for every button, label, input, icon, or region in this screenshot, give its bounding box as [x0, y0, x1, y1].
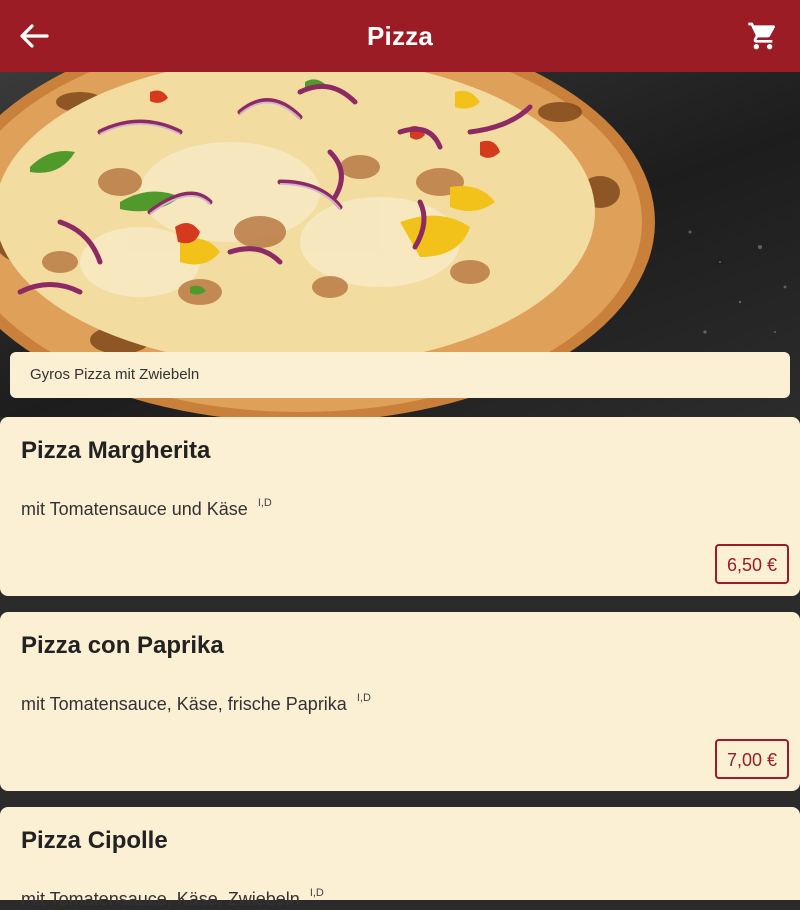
menu-item-description-text: mit Tomatensauce und Käse: [21, 499, 248, 519]
cart-button[interactable]: [744, 18, 782, 54]
menu-item-card[interactable]: Pizza Cipolle mit Tomatensauce, Käse, Zw…: [0, 807, 800, 909]
menu-item-description-text: mit Tomatensauce, Käse, frische Paprika: [21, 694, 347, 714]
page-title: Pizza: [366, 21, 434, 51]
menu-item-description-text: mit Tomatensauce, Käse, Zwiebeln: [21, 889, 300, 909]
menu-item-price[interactable]: 7,00 €: [714, 739, 789, 779]
allergen-codes: I,D: [356, 692, 371, 704]
menu-item-name: Pizza Cipolle: [21, 827, 168, 854]
allergen-codes: I,D: [309, 887, 324, 899]
menu-item-description: mit Tomatensauce und Käse I,D: [21, 497, 272, 520]
featured-image-caption: Gyros Pizza mit Zwiebeln: [10, 352, 790, 398]
app-bar: Pizza: [0, 0, 800, 72]
allergen-codes: I,D: [257, 497, 272, 509]
menu-item-description: mit Tomatensauce, Käse, Zwiebeln I,D: [21, 887, 324, 910]
menu-item-description: mit Tomatensauce, Käse, frische Paprika I…: [21, 692, 371, 715]
menu-item-name: Pizza con Paprika: [21, 632, 224, 659]
menu-item-card[interactable]: Pizza Margherita mit Tomatensauce und Kä…: [0, 417, 800, 596]
menu-item-name: Pizza Margherita: [21, 437, 211, 464]
menu-item-price[interactable]: 6,50 €: [714, 544, 789, 584]
menu-item-card[interactable]: Pizza con Paprika mit Tomatensauce, Käse…: [0, 612, 800, 791]
shopping-cart-icon: [748, 22, 776, 50]
